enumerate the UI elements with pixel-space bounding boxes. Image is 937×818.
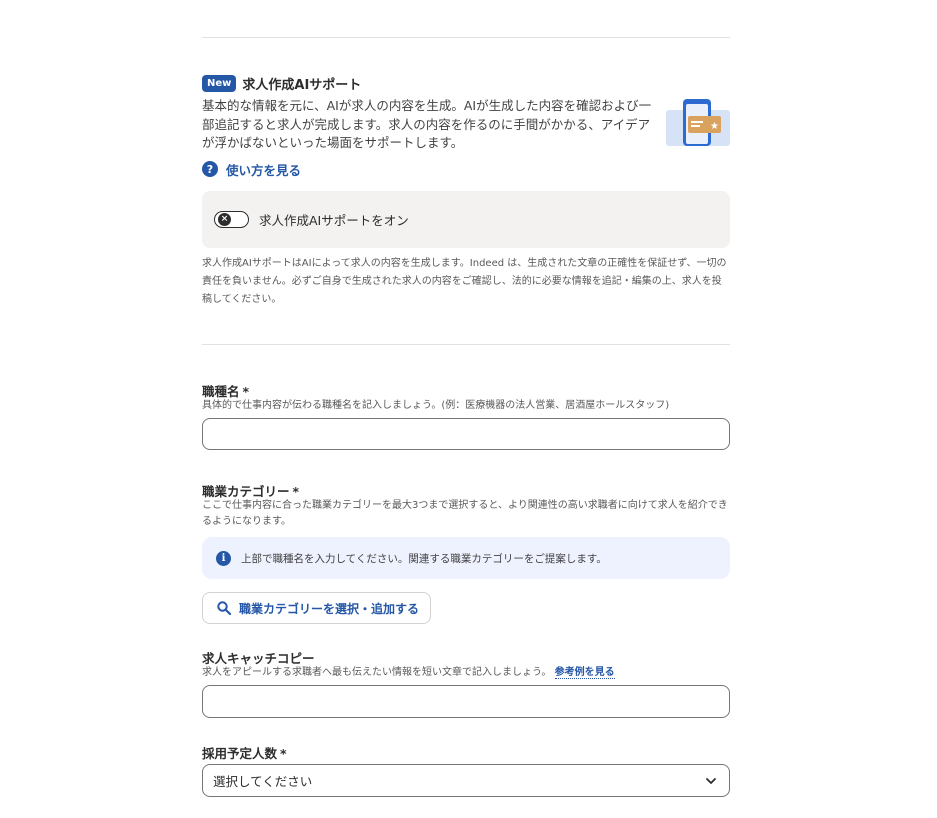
ai-support-toggle[interactable]: ×: [214, 211, 249, 228]
required-mark: *: [242, 384, 250, 399]
job-category-label: 職業カテゴリー: [202, 484, 290, 499]
headcount-select-value: 選択してください: [213, 774, 313, 789]
job-category-info: i 上部で職種名を入力してください。関連する職業カテゴリーをご提案します。: [202, 537, 730, 579]
new-badge: New: [202, 74, 237, 92]
ai-toggle-panel: × 求人作成AIサポートをオン: [202, 191, 730, 248]
job-title-label: 職種名: [202, 384, 240, 399]
catch-copy-help-row: 求人をアピールする求職者へ最も伝えたい情報を短い文章で記入しましょう。 参考例を…: [202, 665, 730, 681]
headcount-select[interactable]: 選択してください: [202, 764, 730, 797]
chevron-down-icon: [706, 777, 716, 784]
search-icon: [217, 601, 231, 615]
job-category-help: ここで仕事内容に合った職業カテゴリーを最大3つまで選択すると、より関連性の高い求…: [202, 500, 728, 527]
question-icon: ?: [202, 161, 218, 177]
job-title-input[interactable]: [202, 418, 730, 450]
required-mark: *: [280, 746, 287, 761]
job-category-info-text: 上部で職種名を入力してください。関連する職業カテゴリーをご提案します。: [241, 552, 607, 565]
example-link[interactable]: 参考例を見る: [554, 667, 615, 679]
catch-copy-label: 求人キャッチコピー: [202, 651, 315, 666]
ai-support-description: 基本的な情報を元に、AIが求人の内容を生成。AIが生成した内容を確認および一部追…: [202, 98, 652, 150]
close-icon: ×: [218, 213, 231, 226]
ai-toggle-label: 求人作成AIサポートをオン: [259, 213, 409, 228]
headcount-label: 採用予定人数: [202, 746, 278, 761]
phone-illustration-icon: ★: [666, 99, 730, 146]
ai-disclaimer: 求人作成AIサポートはAIによって求人の内容を生成します。Indeed は、生成…: [202, 258, 727, 305]
required-mark: *: [292, 484, 300, 499]
svg-text:★: ★: [710, 121, 719, 132]
select-category-button[interactable]: 職業カテゴリーを選択・追加する: [202, 592, 431, 624]
howto-link-label: 使い方を見る: [226, 162, 302, 178]
ai-support-title: 求人作成AIサポート: [242, 77, 362, 93]
select-category-label: 職業カテゴリーを選択・追加する: [239, 601, 420, 616]
section-divider-top: [202, 37, 730, 38]
ai-support-header: New 求人作成AIサポート: [202, 73, 730, 93]
headcount-label-group: 採用予定人数 *: [202, 743, 730, 762]
info-icon: i: [216, 550, 231, 566]
section-divider: [202, 344, 730, 345]
howto-link[interactable]: ? 使い方を見る: [202, 160, 730, 178]
catch-copy-input[interactable]: [202, 685, 730, 718]
job-title-help: 具体的で仕事内容が伝わる職種名を記入しましょう。(例：医療機器の法人営業、居酒屋…: [202, 400, 670, 411]
catch-copy-help: 求人をアピールする求職者へ最も伝えたい情報を短い文章で記入しましょう。: [202, 667, 552, 678]
